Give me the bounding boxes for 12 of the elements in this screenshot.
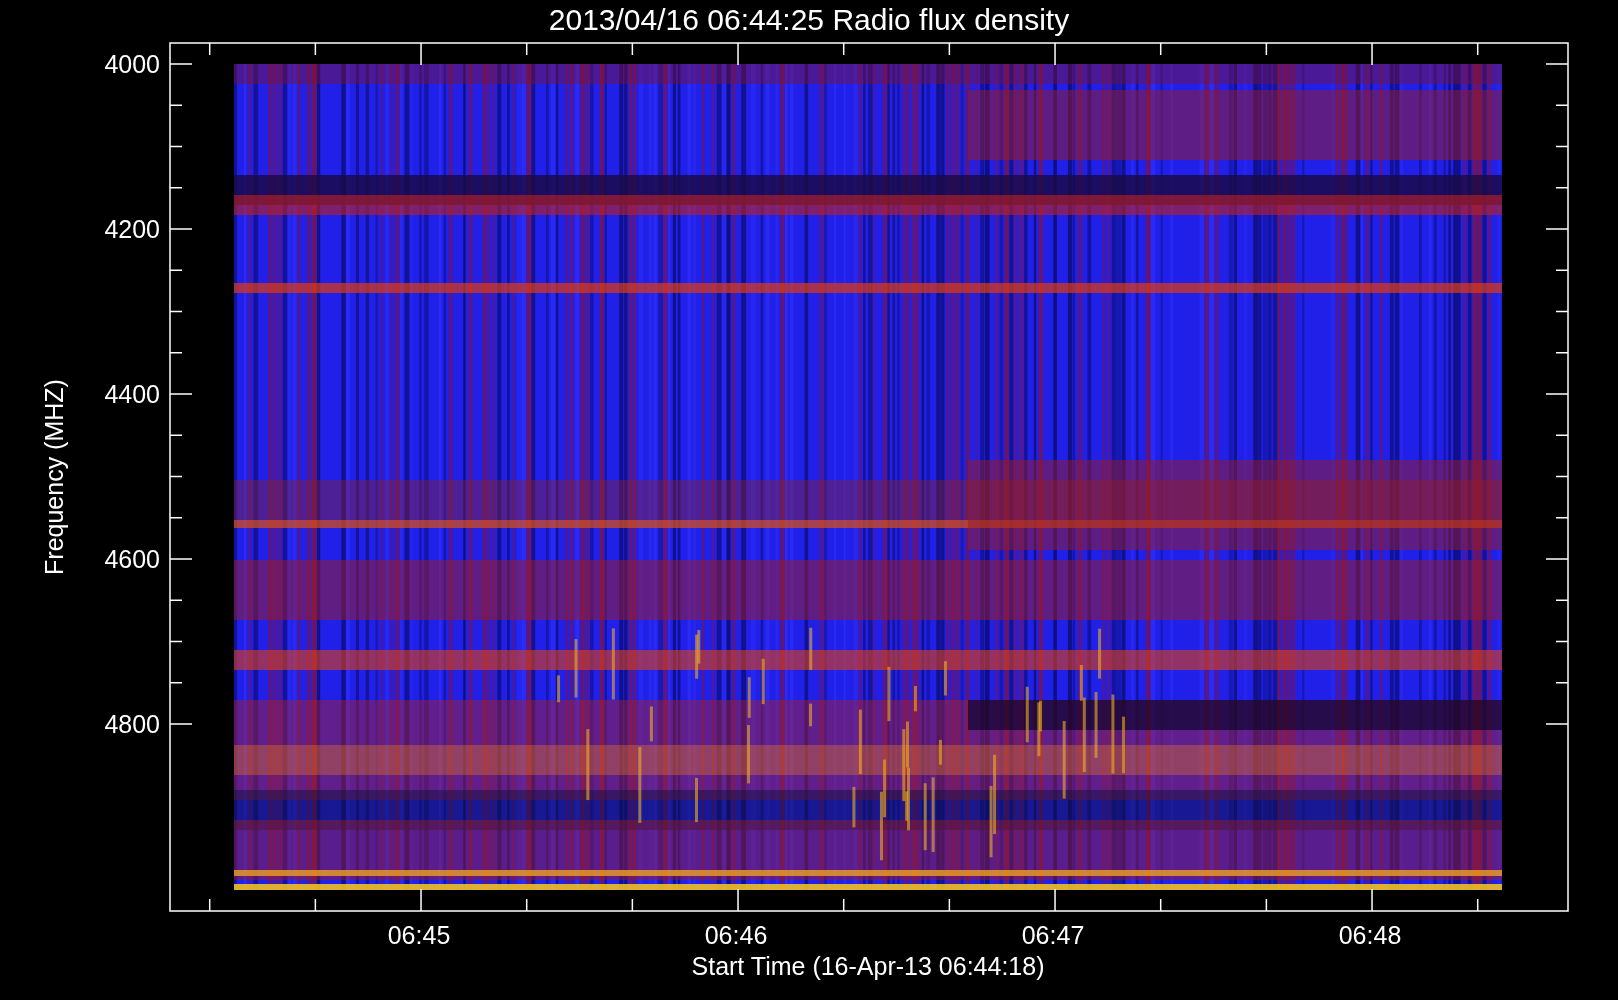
- y-tick-label: 4000: [104, 50, 160, 78]
- x-axis-label: Start Time (16-Apr-13 06:44:18): [691, 952, 1045, 980]
- x-tick-label: 06:47: [1021, 921, 1085, 949]
- x-tick-label: 06:46: [704, 921, 768, 949]
- y-tick-label: 4400: [104, 380, 160, 408]
- y-tick-label: 4800: [104, 710, 160, 738]
- x-tick-label: 06:48: [1338, 921, 1402, 949]
- x-tick-label: 06:45: [387, 921, 451, 949]
- y-axis-label: Frequency (MHZ): [40, 379, 68, 575]
- y-tick-label: 4200: [104, 215, 160, 243]
- y-tick-label: 4600: [104, 545, 160, 573]
- chart-title: 2013/04/16 06:44:25 Radio flux density: [548, 3, 1070, 36]
